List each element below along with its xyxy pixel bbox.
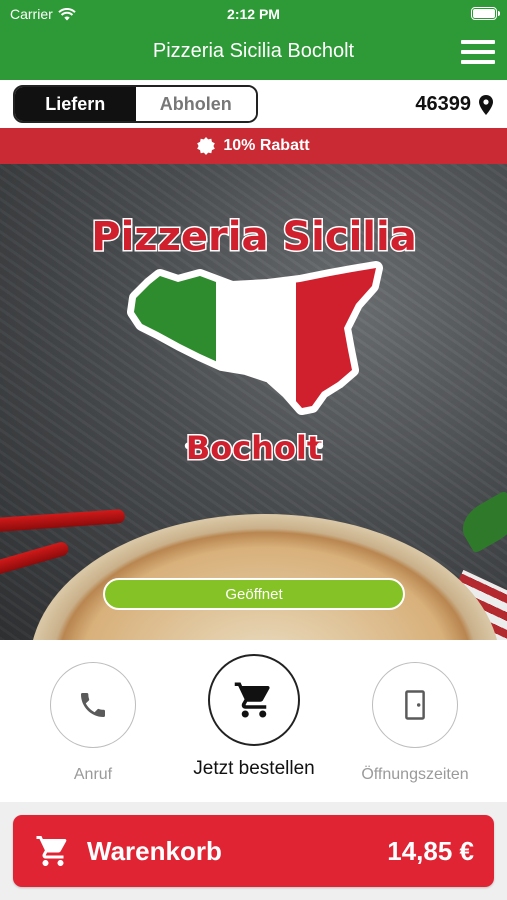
logo-subtitle: Bocholt (186, 429, 322, 467)
status-time: 2:12 PM (227, 6, 280, 22)
badge-icon (197, 137, 216, 155)
zip-selector[interactable]: 46399 (415, 93, 493, 116)
order-now-button[interactable]: Jetzt bestellen (169, 640, 339, 780)
hero-image: Pizzeria Sicilia • Bocholt • Geöffnet (0, 164, 507, 640)
cart-bar: Warenkorb 14,85 € (0, 802, 507, 900)
location-pin-icon (479, 94, 493, 115)
hours-circle[interactable] (372, 662, 458, 748)
tab-liefern[interactable]: Liefern (15, 87, 136, 121)
door-icon (405, 690, 425, 720)
call-label: Anruf (73, 766, 113, 783)
cart-button[interactable]: Warenkorb 14,85 € (13, 815, 494, 887)
battery-icon (471, 7, 500, 20)
call-button[interactable]: Anruf (8, 640, 178, 784)
zip-code: 46399 (415, 93, 471, 115)
cart-icon (36, 836, 67, 866)
tab-abholen[interactable]: Abholen (135, 87, 256, 121)
discount-label: 10% Rabatt (223, 137, 310, 154)
status-bar: Carrier 2:12 PM (0, 0, 507, 28)
logo-dot-right: • (314, 435, 327, 460)
call-circle[interactable] (50, 662, 136, 748)
order-circle[interactable] (208, 654, 300, 746)
opening-hours-label: Öffnungszeiten (361, 766, 469, 783)
hamburger-menu-icon[interactable] (461, 40, 495, 64)
restaurant-logo: Pizzeria Sicilia • Bocholt • (90, 213, 418, 469)
page-title: Pizzeria Sicilia Bocholt (152, 40, 355, 62)
top-bar: Carrier 2:12 PM Pizzeria Sicilia Bocholt (0, 0, 507, 80)
cart-icon (234, 682, 270, 718)
action-row: Anruf Jetzt bestellen Öffnungszeiten (0, 640, 507, 802)
order-now-label: Jetzt bestellen (193, 758, 315, 779)
cart-label: Warenkorb (87, 835, 222, 866)
delivery-toggle: Liefern Abholen (13, 85, 258, 123)
discount-banner[interactable]: 10% Rabatt (0, 128, 507, 164)
cart-total: 14,85 € (387, 835, 474, 866)
phone-icon (81, 693, 105, 717)
delivery-row: Liefern Abholen 46399 (0, 80, 507, 128)
open-status-badge: Geöffnet (103, 578, 405, 610)
opening-hours-button[interactable]: Öffnungszeiten (330, 640, 500, 784)
logo-title: Pizzeria Sicilia (91, 214, 416, 260)
